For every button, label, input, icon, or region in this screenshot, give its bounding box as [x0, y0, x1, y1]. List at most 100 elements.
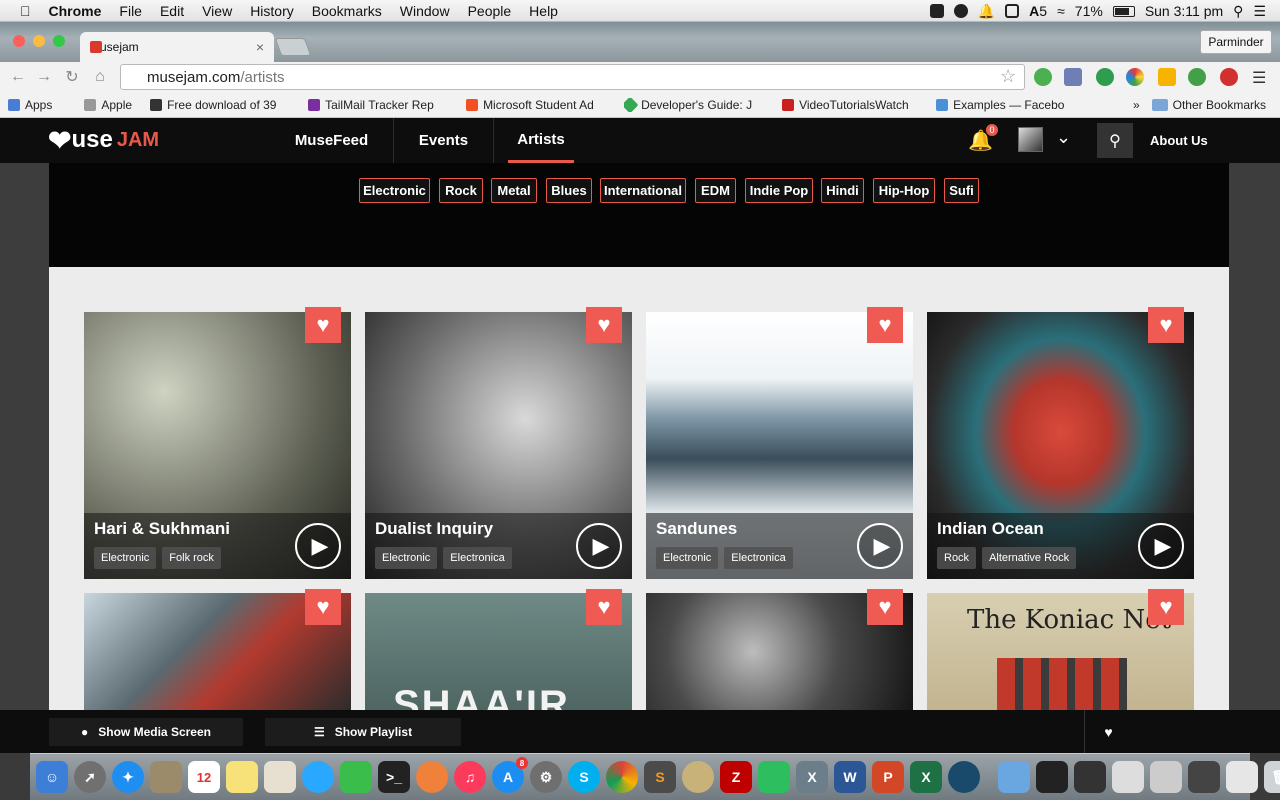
genre-blues[interactable]: Blues — [546, 178, 592, 203]
favorite-heart-icon[interactable]: ♥ — [586, 307, 622, 343]
genre-hindi[interactable]: Hindi — [821, 178, 864, 203]
app-store-icon[interactable]: A8 — [492, 757, 528, 793]
genre-tag[interactable]: Electronic — [375, 547, 438, 569]
menu-window[interactable]: Window — [400, 3, 450, 19]
system-preferences-icon[interactable]: ⚙ — [530, 761, 562, 793]
chrome-icon[interactable] — [606, 761, 638, 793]
extension-green-icon[interactable] — [1034, 68, 1052, 86]
chat-icon[interactable] — [953, 4, 968, 18]
skype-icon[interactable]: S — [568, 761, 600, 793]
bookmark-apple[interactable]: Apple — [84, 98, 132, 112]
chevron-down-icon[interactable]: ⌄ — [1056, 127, 1071, 148]
favorite-heart-icon[interactable]: ♥ — [1148, 589, 1184, 625]
genre-international[interactable]: International — [600, 178, 686, 203]
new-tab-button[interactable] — [274, 38, 312, 56]
contacts-icon[interactable] — [264, 761, 296, 793]
minimize-window-button[interactable] — [33, 35, 45, 47]
database-icon[interactable] — [682, 761, 714, 793]
genre-metal[interactable]: Metal — [491, 178, 537, 203]
musejam-logo[interactable]: ❤ use JAM — [48, 124, 159, 156]
genre-edm[interactable]: EDM — [695, 178, 736, 203]
chrome-window-thumb-icon[interactable] — [1150, 761, 1182, 793]
menu-help[interactable]: Help — [529, 3, 558, 19]
artist-card[interactable]: Indian Ocean Rock Alternative Rock ▶ — [927, 312, 1194, 579]
menu-chrome[interactable]: Chrome — [49, 3, 102, 19]
genre-tag[interactable]: Electronic — [94, 547, 157, 569]
genre-indie-pop[interactable]: Indie Pop — [745, 178, 813, 203]
forward-arrow-icon[interactable]: → — [34, 67, 54, 87]
address-bar[interactable]: musejam.com/artists — [120, 64, 1025, 90]
notification-bell-icon[interactable]: 🔔 — [978, 3, 995, 20]
genre-tag[interactable]: Folk rock — [162, 547, 221, 569]
more-bookmarks-chevron[interactable]: » — [1133, 98, 1140, 112]
genre-tag[interactable]: Alternative Rock — [982, 547, 1077, 569]
favorite-heart-icon[interactable]: ♥ — [305, 307, 341, 343]
bookmark-free-download[interactable]: Free download of 39 — [150, 98, 290, 112]
feather-app-icon[interactable] — [416, 761, 448, 793]
site-search-button[interactable]: ⚲ — [1097, 123, 1133, 158]
favorite-heart-icon[interactable]: ♥ — [1148, 307, 1184, 343]
bookmark-tailmail[interactable]: TailMail Tracker Rep — [308, 98, 448, 112]
apple-menu-icon[interactable]:  — [20, 3, 31, 19]
bookmark-apps[interactable]: Apps — [8, 98, 52, 112]
evernote-icon[interactable] — [929, 4, 944, 18]
preview-icon[interactable] — [150, 761, 182, 793]
adobe-icon[interactable]: A5 — [1029, 3, 1047, 19]
nav-artists[interactable]: Artists — [508, 118, 574, 163]
artist-name[interactable]: Hari & Sukhmani — [94, 519, 230, 539]
genre-hip-hop[interactable]: Hip-Hop — [873, 178, 935, 203]
menu-bookmarks[interactable]: Bookmarks — [312, 3, 382, 19]
sourcetree-icon[interactable] — [948, 761, 980, 793]
back-arrow-icon[interactable]: ← — [8, 67, 28, 87]
nav-musefeed[interactable]: MuseFeed — [270, 118, 394, 163]
leaf-extension-icon[interactable] — [1188, 68, 1206, 86]
applications-folder-icon[interactable] — [998, 761, 1030, 793]
star-extension-icon[interactable] — [1158, 68, 1176, 86]
genre-electronic[interactable]: Electronic — [359, 178, 430, 203]
close-tab-icon[interactable]: × — [256, 39, 264, 55]
adblock-plus-icon[interactable] — [1220, 68, 1238, 86]
zoom-window-button[interactable] — [53, 35, 65, 47]
notes-icon[interactable] — [226, 761, 258, 793]
play-button-icon[interactable]: ▶ — [576, 523, 622, 569]
artist-card[interactable]: Sandunes Electronic Electronica ▶ — [646, 312, 913, 579]
bookmark-star-icon[interactable]: ☆ — [1000, 66, 1016, 87]
terminal-icon[interactable]: >_ — [378, 761, 410, 793]
show-playlist-button[interactable]: ☰ Show Playlist — [265, 718, 461, 746]
home-icon[interactable]: ⌂ — [90, 67, 110, 87]
other-bookmarks[interactable]: Other Bookmarks — [1151, 98, 1266, 112]
genre-tag[interactable]: Electronic — [656, 547, 719, 569]
battery-icon[interactable] — [1112, 5, 1135, 17]
terminal-window-thumb-2-icon[interactable] — [1074, 761, 1106, 793]
menu-people[interactable]: People — [468, 3, 512, 19]
browser-tab[interactable]: Musejam × — [80, 32, 274, 62]
php-extension-icon[interactable] — [1064, 68, 1082, 86]
bookmark-microsoft-student[interactable]: Microsoft Student Ad — [466, 98, 606, 112]
spotlight-search-icon[interactable]: ⚲ — [1233, 3, 1243, 20]
artist-card[interactable]: Dualist Inquiry Electronic Electronica ▶ — [365, 312, 632, 579]
play-button-icon[interactable]: ▶ — [1138, 523, 1184, 569]
nav-about-us[interactable]: About Us — [1150, 118, 1208, 163]
color-picker-extension-icon[interactable] — [1126, 68, 1144, 86]
genre-rock[interactable]: Rock — [439, 178, 483, 203]
artist-name[interactable]: Sandunes — [656, 519, 737, 539]
terminal-window-thumb-icon[interactable] — [1036, 761, 1068, 793]
finder-window-thumb-icon[interactable] — [1226, 761, 1258, 793]
notification-center-icon[interactable]: ☰ — [1253, 3, 1266, 20]
clock[interactable]: Sun 3:11 pm — [1145, 3, 1223, 19]
bookmark-examples-facebook[interactable]: Examples — Facebo — [936, 98, 1074, 112]
genre-sufi[interactable]: Sufi — [944, 178, 979, 203]
artist-card[interactable]: Hari & Sukhmani Electronic Folk rock ▶ — [84, 312, 351, 579]
timer-icon[interactable] — [1005, 4, 1020, 18]
bookmark-video-tutorials[interactable]: VideoTutorialsWatch — [782, 98, 918, 112]
menu-view[interactable]: View — [202, 3, 232, 19]
play-button-icon[interactable]: ▶ — [857, 523, 903, 569]
itunes-icon[interactable]: ♫ — [454, 761, 486, 793]
favorite-heart-icon[interactable]: ♥ — [867, 307, 903, 343]
favorite-heart-icon[interactable]: ♥ — [867, 589, 903, 625]
genre-tag[interactable]: Electronica — [724, 547, 793, 569]
x11-icon[interactable]: X — [796, 761, 828, 793]
chrome-menu-icon[interactable]: ☰ — [1252, 68, 1266, 88]
extension-d-icon[interactable] — [1096, 68, 1114, 86]
facetime-icon[interactable] — [340, 761, 372, 793]
